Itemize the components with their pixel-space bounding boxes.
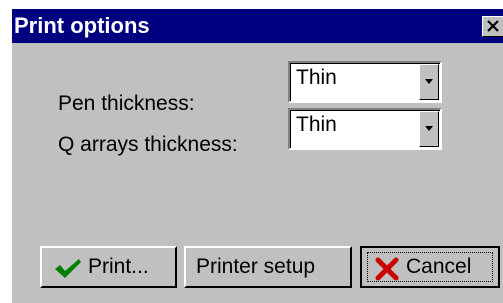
pen-thickness-label: Pen thickness:: [58, 92, 195, 115]
cancel-button[interactable]: Cancel: [360, 246, 500, 288]
chevron-down-icon: [425, 79, 433, 84]
q-arrays-thickness-label: Q arrays thickness:: [58, 133, 238, 156]
close-button[interactable]: [482, 16, 503, 37]
q-arrays-thickness-dropdown-button[interactable]: [419, 111, 439, 147]
q-arrays-thickness-select[interactable]: Thin: [288, 108, 442, 150]
checkmark-icon: [55, 259, 81, 278]
pen-thickness-select[interactable]: Thin: [288, 61, 442, 103]
print-button[interactable]: Print...: [40, 246, 177, 288]
dialog-title: Print options: [14, 13, 150, 38]
print-button-label: Print...: [88, 255, 149, 278]
printer-setup-button-label: Printer setup: [196, 255, 316, 278]
pen-thickness-dropdown-button[interactable]: [419, 64, 439, 100]
cancel-button-label: Cancel: [406, 255, 472, 278]
q-arrays-thickness-value: Thin: [296, 113, 337, 136]
close-icon: [487, 20, 499, 32]
x-icon: [375, 257, 399, 281]
chevron-down-icon: [425, 126, 433, 131]
pen-thickness-value: Thin: [296, 66, 337, 89]
printer-setup-button[interactable]: Printer setup: [184, 246, 352, 288]
title-bar: Print options: [10, 9, 503, 43]
print-options-dialog: Print options Pen thickness: Thin Q arra…: [10, 9, 503, 303]
